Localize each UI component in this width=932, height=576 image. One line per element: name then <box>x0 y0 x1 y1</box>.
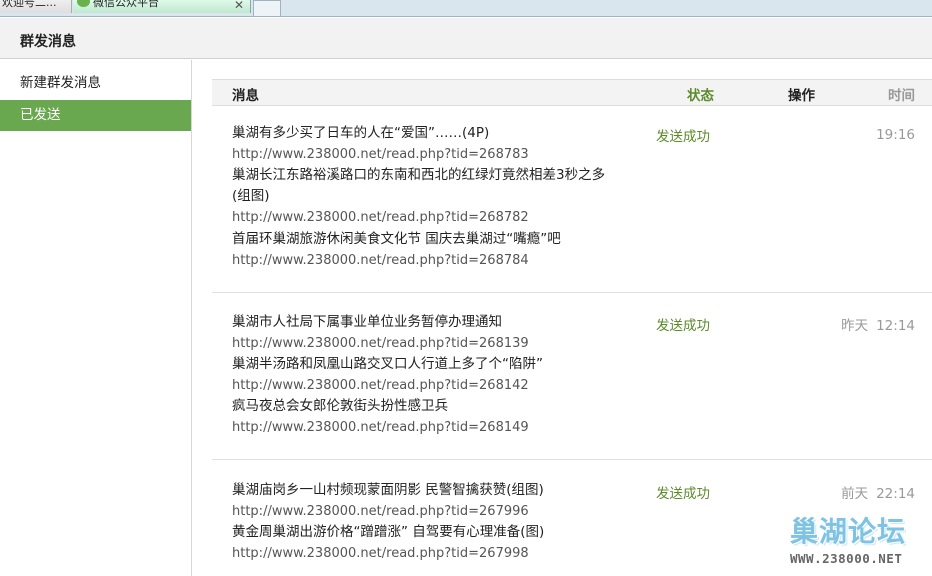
wechat-icon <box>77 0 90 7</box>
message-url[interactable]: http://www.238000.net/read.php?tid=26813… <box>232 333 607 355</box>
message-title[interactable]: 首届环巢湖旅游休闲美食文化节 国庆去巢湖过“嘴瘾”吧 <box>232 229 607 250</box>
message-url[interactable]: http://www.238000.net/read.php?tid=26799… <box>232 543 607 565</box>
message-title[interactable]: 疯马夜总会女郎伦敦街头扮性感卫兵 <box>232 396 607 417</box>
watermark-logo: 巢湖论坛 <box>790 515 907 548</box>
message-title[interactable]: 巢湖有多少买了日车的人在“爱国”……(4P) <box>232 123 607 144</box>
browser-tab-strip: 欢迎号二... 微信公众平台 ✕ <box>0 0 932 17</box>
send-time: 昨天 12:14 <box>841 314 915 334</box>
column-header-action: 操作 <box>788 88 815 104</box>
send-clock: 12:14 <box>876 318 915 334</box>
sidebar-item-new-broadcast[interactable]: 新建群发消息 <box>0 68 191 99</box>
sidebar-item-sent[interactable]: 已发送 <box>0 100 191 131</box>
message-url[interactable]: http://www.238000.net/read.php?tid=26814… <box>232 417 607 439</box>
main-content: 消息 状态 操作 时间 巢湖有多少买了日车的人在“爱国”……(4P) http:… <box>193 60 932 576</box>
status-label: 发送成功 <box>656 486 710 502</box>
message-item[interactable]: 巢湖半汤路和凤凰山路交叉口人行道上多了个“陷阱” http://www.2380… <box>232 354 607 397</box>
column-header-message: 消息 <box>232 88 259 104</box>
send-day: 前天 <box>841 486 869 502</box>
watermark-url: WWW.238000.NET <box>790 551 903 566</box>
message-item[interactable]: 疯马夜总会女郎伦敦街头扮性感卫兵 http://www.238000.net/r… <box>232 396 607 439</box>
message-title[interactable]: 黄金周巢湖出游价格“蹭蹭涨” 自驾要有心理准备(图) <box>232 522 607 543</box>
message-title[interactable]: 巢湖半汤路和凤凰山路交叉口人行道上多了个“陷阱” <box>232 354 607 375</box>
send-clock: 19:16 <box>876 127 915 143</box>
message-url[interactable]: http://www.238000.net/read.php?tid=26878… <box>232 144 607 166</box>
message-url[interactable]: http://www.238000.net/read.php?tid=26878… <box>232 207 607 229</box>
tab-wechat-label: 微信公众平台 <box>93 0 159 9</box>
message-item[interactable]: 黄金周巢湖出游价格“蹭蹭涨” 自驾要有心理准备(图) http://www.23… <box>232 522 607 565</box>
new-tab-button[interactable] <box>253 0 281 17</box>
send-time: 19:16 <box>876 127 915 143</box>
tab-account-label: 欢迎号二... <box>2 0 57 9</box>
message-url[interactable]: http://www.238000.net/read.php?tid=26878… <box>232 250 607 272</box>
page-title: 群发消息 <box>20 34 76 50</box>
message-title[interactable]: 巢湖长江东路裕溪路口的东南和西北的红绿灯竟然相差3秒之多(组图) <box>232 165 607 207</box>
close-icon[interactable]: ✕ <box>234 0 244 12</box>
message-item[interactable]: 巢湖有多少买了日车的人在“爱国”……(4P) http://www.238000… <box>232 123 607 166</box>
send-day: 昨天 <box>841 318 869 334</box>
tab-account[interactable]: 欢迎号二... <box>0 0 72 13</box>
status-label: 发送成功 <box>656 318 710 334</box>
message-title[interactable]: 巢湖市人社局下属事业单位业务暂停办理通知 <box>232 312 607 333</box>
message-item[interactable]: 巢湖长江东路裕溪路口的东南和西北的红绿灯竟然相差3秒之多(组图) http://… <box>232 165 607 229</box>
table-header: 消息 状态 操作 时间 <box>212 79 932 106</box>
message-url[interactable]: http://www.238000.net/read.php?tid=26799… <box>232 501 607 523</box>
send-time: 前天 22:14 <box>841 482 915 502</box>
site-watermark: 巢湖论坛 WWW.238000.NET <box>790 510 925 570</box>
tab-wechat-platform[interactable]: 微信公众平台 ✕ <box>73 0 251 13</box>
sidebar: 新建群发消息 已发送 <box>0 60 192 576</box>
page-header: 群发消息 <box>0 18 932 59</box>
column-header-time: 时间 <box>888 88 915 104</box>
status-label: 发送成功 <box>656 129 710 145</box>
message-title[interactable]: 巢湖庙岗乡一山村频现蒙面阴影 民警智擒获赞(组图) <box>232 480 607 501</box>
message-item[interactable]: 巢湖庙岗乡一山村频现蒙面阴影 民警智擒获赞(组图) http://www.238… <box>232 480 607 523</box>
column-header-status: 状态 <box>687 88 714 104</box>
group-divider <box>212 459 932 460</box>
message-url[interactable]: http://www.238000.net/read.php?tid=26814… <box>232 375 607 397</box>
group-divider <box>212 292 932 293</box>
message-item[interactable]: 巢湖市人社局下属事业单位业务暂停办理通知 http://www.238000.n… <box>232 312 607 355</box>
send-clock: 22:14 <box>876 486 915 502</box>
message-item[interactable]: 首届环巢湖旅游休闲美食文化节 国庆去巢湖过“嘴瘾”吧 http://www.23… <box>232 229 607 272</box>
